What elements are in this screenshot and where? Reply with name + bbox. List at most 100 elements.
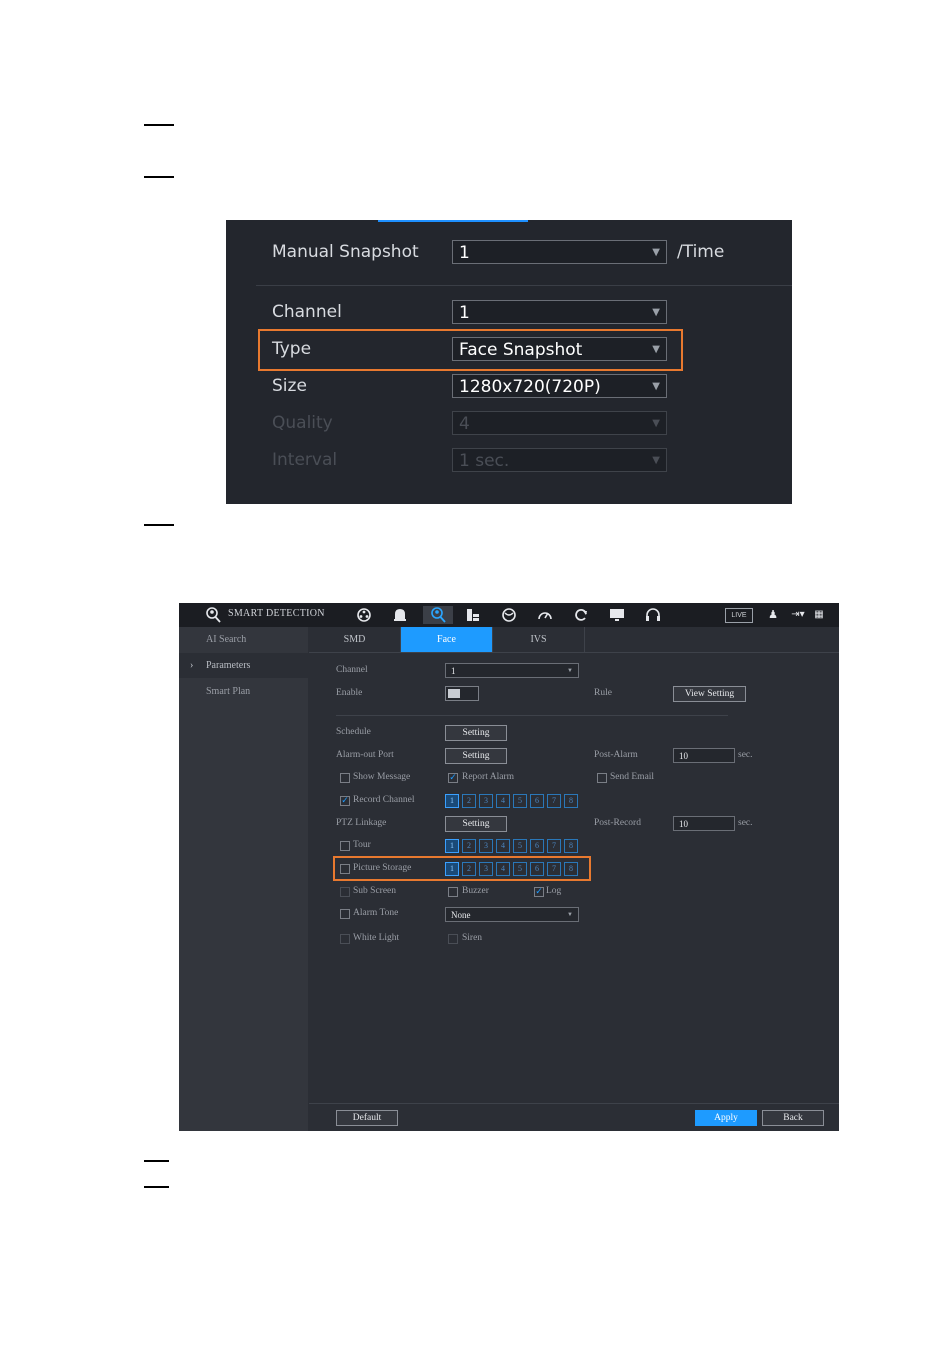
toggle-knob xyxy=(448,689,460,698)
channel-box[interactable]: 5 xyxy=(513,794,527,808)
step-marker xyxy=(144,524,174,526)
step-marker xyxy=(144,124,174,126)
sidebar-item-parameters[interactable]: › Parameters xyxy=(179,653,308,678)
post-alarm-unit: sec. xyxy=(738,750,753,760)
alarm-bell-icon[interactable] xyxy=(391,606,409,624)
channel-select[interactable]: 1 ▼ xyxy=(452,300,667,324)
channel-value: 1 xyxy=(459,303,470,323)
quality-label: Quality xyxy=(272,413,333,433)
send-email-checkbox[interactable] xyxy=(597,773,607,783)
tab-smd[interactable]: SMD xyxy=(309,627,401,652)
post-record-input[interactable]: 10 xyxy=(673,816,735,831)
schedule-setting-button[interactable]: Setting xyxy=(445,725,507,741)
picture-storage-highlight-box xyxy=(333,856,591,881)
tab-ivs[interactable]: IVS xyxy=(493,627,585,652)
dropdown-arrow-icon: ▼ xyxy=(567,912,573,918)
apply-button[interactable]: Apply xyxy=(695,1110,757,1126)
interval-value: 1 sec. xyxy=(459,451,510,471)
dropdown-arrow-icon: ▼ xyxy=(652,455,660,466)
snapshot-unit-label: /Time xyxy=(677,242,725,262)
manual-snapshot-label: Manual Snapshot xyxy=(272,242,419,262)
headset-icon[interactable] xyxy=(644,606,662,624)
channel-box[interactable]: 5 xyxy=(513,839,527,853)
tab-face[interactable]: Face xyxy=(401,627,493,652)
channel-box[interactable]: 1 xyxy=(445,839,459,853)
alarm-tone-select[interactable]: None ▼ xyxy=(445,907,579,922)
logout-icon[interactable]: ⇥▾ xyxy=(787,606,809,624)
default-button[interactable]: Default xyxy=(336,1110,398,1126)
size-label: Size xyxy=(272,376,307,396)
channel-box[interactable]: 4 xyxy=(496,839,510,853)
tour-checkbox[interactable] xyxy=(340,841,350,851)
monitor-icon[interactable] xyxy=(608,606,626,624)
channel-box[interactable]: 3 xyxy=(479,794,493,808)
post-alarm-input[interactable]: 10 xyxy=(673,748,735,763)
siren-label: Siren xyxy=(462,933,483,943)
log-checkbox[interactable]: ✓ xyxy=(534,887,544,897)
module-title: SMART DETECTION xyxy=(228,608,325,619)
camera-icon[interactable] xyxy=(355,606,373,624)
channel-box[interactable]: 7 xyxy=(547,794,561,808)
smart-detection-panel: SMART DETECTION LIVE ♟ ⇥▾ ▦ AI Search › … xyxy=(179,603,839,1131)
alarm-tone-value: None xyxy=(451,910,471,920)
alarm-out-setting-button[interactable]: Setting xyxy=(445,748,507,764)
interval-label: Interval xyxy=(272,450,338,470)
alarm-tone-checkbox[interactable] xyxy=(340,909,350,919)
dropdown-arrow-icon: ▼ xyxy=(652,381,660,392)
channel-box[interactable]: 2 xyxy=(462,794,476,808)
channel-box[interactable]: 2 xyxy=(462,839,476,853)
record-channel-label: Record Channel xyxy=(353,795,415,805)
channel-select[interactable]: 1 ▼ xyxy=(445,663,579,678)
grid-menu-icon[interactable]: ▦ xyxy=(810,606,828,624)
dropdown-arrow-icon: ▼ xyxy=(567,668,573,674)
ptz-linkage-label: PTZ Linkage xyxy=(336,818,387,828)
quality-value: 4 xyxy=(459,414,470,434)
ptz-setting-button[interactable]: Setting xyxy=(445,816,507,832)
size-value: 1280x720(720P) xyxy=(459,377,601,397)
step-marker xyxy=(144,1186,169,1188)
record-channel-checkbox[interactable]: ✓ xyxy=(340,796,350,806)
dropdown-arrow-icon: ▼ xyxy=(652,247,660,258)
network-icon[interactable] xyxy=(500,606,518,624)
sub-screen-checkbox xyxy=(340,887,350,897)
face-detection-icon[interactable] xyxy=(423,606,453,624)
step-marker xyxy=(144,176,174,178)
channel-box[interactable]: 6 xyxy=(530,839,544,853)
channel-label: Channel xyxy=(336,665,368,675)
snapshot-settings-panel: Manual Snapshot 1 ▼ /Time Channel 1 ▼ Ty… xyxy=(226,220,792,504)
manual-snapshot-select[interactable]: 1 ▼ xyxy=(452,240,667,264)
buzzer-checkbox[interactable] xyxy=(448,887,458,897)
channel-box[interactable]: 1 xyxy=(445,794,459,808)
user-icon[interactable]: ♟ xyxy=(764,606,782,624)
face-search-icon xyxy=(204,606,222,624)
sidebar-item-smart-plan[interactable]: Smart Plan xyxy=(179,679,308,704)
sidebar-item-label: AI Search xyxy=(206,634,247,645)
channel-box[interactable]: 8 xyxy=(564,839,578,853)
enable-label: Enable xyxy=(336,688,363,698)
sidebar-item-ai-search[interactable]: AI Search xyxy=(179,627,308,652)
view-setting-button[interactable]: View Setting xyxy=(673,686,746,702)
storage-icon[interactable] xyxy=(464,606,482,624)
post-record-label: Post-Record xyxy=(594,818,641,828)
channel-box[interactable]: 7 xyxy=(547,839,561,853)
top-toolbar: SMART DETECTION LIVE ♟ ⇥▾ ▦ xyxy=(179,603,839,627)
type-highlight-box xyxy=(258,329,683,371)
live-button[interactable]: LIVE xyxy=(725,608,753,623)
refresh-icon[interactable] xyxy=(572,606,590,624)
back-button[interactable]: Back xyxy=(762,1110,824,1126)
channel-box[interactable]: 6 xyxy=(530,794,544,808)
channel-box[interactable]: 8 xyxy=(564,794,578,808)
enable-toggle[interactable] xyxy=(445,686,479,701)
chevron-right-icon: › xyxy=(190,660,194,671)
report-alarm-checkbox[interactable]: ✓ xyxy=(448,773,458,783)
sidebar-item-label: Parameters xyxy=(206,660,251,671)
log-label: Log xyxy=(546,886,562,896)
siren-checkbox xyxy=(448,934,458,944)
section-divider xyxy=(256,285,792,286)
tour-label: Tour xyxy=(353,840,371,850)
show-message-checkbox[interactable] xyxy=(340,773,350,783)
channel-box[interactable]: 3 xyxy=(479,839,493,853)
channel-box[interactable]: 4 xyxy=(496,794,510,808)
performance-icon[interactable] xyxy=(536,606,554,624)
size-select[interactable]: 1280x720(720P) ▼ xyxy=(452,374,667,398)
